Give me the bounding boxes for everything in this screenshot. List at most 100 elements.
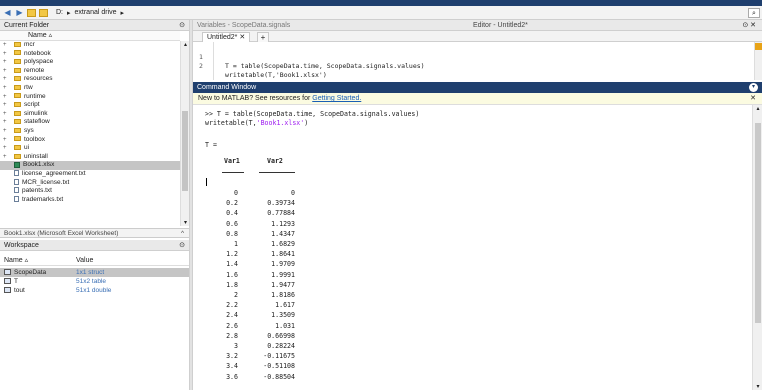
expand-icon[interactable]: + <box>3 127 7 136</box>
table-cell-var1: 1.4 <box>226 260 238 269</box>
breadcrumb-drive[interactable]: D: <box>56 9 63 16</box>
expand-icon[interactable]: + <box>3 58 7 67</box>
editor-controls-icon[interactable]: ⊙ ✕ <box>742 20 756 31</box>
file-list-item[interactable]: patents.txt <box>0 187 180 196</box>
command-line[interactable]: writetable(T,'Book1.xlsx') <box>205 119 308 127</box>
code-line[interactable]: 1 T = table(ScopeData.time, ScopeData.si… <box>193 44 425 70</box>
folder-icon <box>14 58 21 64</box>
expand-icon[interactable]: + <box>3 101 7 110</box>
code-editor[interactable]: 1 T = table(ScopeData.time, ScopeData.si… <box>193 42 762 80</box>
file-list-item[interactable]: + resources <box>0 75 180 84</box>
back-arrow-icon[interactable]: ◀ <box>3 8 12 17</box>
ws-name-column[interactable]: Name ▵ <box>4 256 28 266</box>
file-list-item[interactable]: + simulink <box>0 110 180 119</box>
file-list-item[interactable]: + rtw <box>0 84 180 93</box>
expand-icon[interactable]: + <box>3 50 7 59</box>
scroll-thumb[interactable] <box>755 123 761 323</box>
workspace-variable-row[interactable]: T 51x2 table <box>0 277 189 286</box>
workspace-variable-row[interactable]: tout 51x1 double <box>0 286 189 295</box>
result-label: T = <box>205 141 217 149</box>
expand-icon[interactable]: + <box>3 84 7 93</box>
table-cell-var1: 2 <box>234 291 238 299</box>
forward-arrow-icon[interactable]: ▶ <box>15 8 24 17</box>
close-icon[interactable]: ✕ <box>750 93 756 105</box>
browse-folder-icon[interactable] <box>39 8 48 17</box>
variable-value: 51x1 double <box>76 287 112 294</box>
file-list-item[interactable]: + sys <box>0 127 180 136</box>
expand-icon[interactable]: + <box>3 118 7 127</box>
command-window-output[interactable]: >> T = table(ScopeData.time, ScopeData.s… <box>193 105 752 390</box>
variable-name: T <box>14 278 18 285</box>
file-list-item[interactable]: + stateflow <box>0 118 180 127</box>
search-icon[interactable]: ⌕ <box>748 8 760 18</box>
file-name: Book1.xlsx <box>23 161 55 169</box>
scroll-thumb[interactable] <box>182 111 188 191</box>
folder-icon <box>14 84 21 90</box>
file-list-item[interactable]: + notebook <box>0 50 180 59</box>
breadcrumb[interactable]: D: ▸ extranal drive ▸ <box>56 9 128 17</box>
warning-marker-icon[interactable] <box>755 43 762 50</box>
table-cell-var1: 3.6 <box>226 372 238 381</box>
current-folder-header: Current Folder ⊙ <box>0 20 189 31</box>
code-text[interactable]: T = table(ScopeData.time, ScopeData.sign… <box>225 62 425 71</box>
command-line[interactable]: >> T = table(ScopeData.time, ScopeData.s… <box>205 110 419 118</box>
file-details-bar[interactable]: Book1.xlsx (Microsoft Excel Worksheet) ^ <box>0 228 189 238</box>
workspace-title: Workspace <box>4 242 39 249</box>
tab-untitled2[interactable]: Untitled2* ✕ <box>202 32 251 42</box>
file-list-item[interactable]: + remote <box>0 67 180 76</box>
up-folder-icon[interactable] <box>27 8 36 17</box>
code-line[interactable]: 2 writetable(T,'Book1.xlsx') <box>193 53 327 79</box>
workspace-variable-row[interactable]: ScopeData 1x1 struct <box>0 268 189 277</box>
expand-details-icon[interactable]: ^ <box>181 229 184 238</box>
table-cell-var1: 2.8 <box>226 331 238 340</box>
expand-icon[interactable]: + <box>3 110 7 119</box>
expand-icon[interactable]: + <box>3 153 7 162</box>
expand-icon[interactable]: + <box>3 41 7 50</box>
table-cell-var1: 0.4 <box>226 209 238 218</box>
file-name: simulink <box>24 109 48 117</box>
scroll-up-icon[interactable]: ▴ <box>753 105 762 112</box>
table-cell-var1: 2.2 <box>226 301 238 310</box>
editor-scrollbar[interactable] <box>754 42 762 80</box>
command-window-scrollbar[interactable]: ▴ ▾ <box>752 105 762 390</box>
breadcrumb-separator: ▸ <box>67 9 71 17</box>
file-list-item[interactable]: + toolbox <box>0 136 180 145</box>
close-icon[interactable]: ✕ <box>239 34 245 41</box>
table-cell-var2: 1.6829 <box>271 240 295 248</box>
ws-value-column[interactable]: Value <box>76 256 93 266</box>
file-list-item[interactable]: + script <box>0 101 180 110</box>
file-list-item[interactable]: + ui <box>0 144 180 153</box>
file-list-item[interactable]: license_agreement.txt <box>0 170 180 179</box>
panel-menu-icon[interactable]: ▾ <box>749 83 758 92</box>
text-file-icon <box>14 195 19 202</box>
name-column-header[interactable]: Name ▵ <box>0 31 180 41</box>
file-list-scrollbar[interactable]: ▴ ▾ <box>180 41 189 226</box>
variables-tab-title[interactable]: Variables - ScopeData.signals <box>197 20 290 31</box>
file-list-item[interactable]: trademarks.txt <box>0 196 180 205</box>
code-text[interactable]: writetable(T,'Book1.xlsx') <box>225 71 327 80</box>
expand-icon[interactable]: + <box>3 75 7 84</box>
getting-started-link[interactable]: Getting Started. <box>312 95 361 102</box>
variable-icon <box>4 287 11 293</box>
expand-icon[interactable]: + <box>3 93 7 102</box>
banner-text: New to MATLAB? See resources for <box>198 95 313 102</box>
expand-icon[interactable]: + <box>3 136 7 145</box>
file-list-item[interactable]: + uninstall <box>0 153 180 162</box>
code-text: ) <box>304 119 309 127</box>
expand-icon[interactable]: + <box>3 67 7 76</box>
panel-menu-icon[interactable]: ⊙ <box>179 240 185 251</box>
scroll-down-icon[interactable]: ▾ <box>753 383 762 390</box>
panel-menu-icon[interactable]: ⊙ <box>179 20 185 31</box>
new-tab-button[interactable]: + <box>257 32 269 42</box>
file-list-item[interactable]: MCR_license.txt <box>0 179 180 188</box>
table-cell-var2: 0.66998 <box>267 331 295 340</box>
table-cell-var2: 1.9477 <box>271 280 295 289</box>
breadcrumb-folder[interactable]: extranal drive <box>75 9 117 16</box>
expand-icon[interactable]: + <box>3 144 7 153</box>
file-list-item[interactable]: Book1.xlsx <box>0 161 180 170</box>
table-cell-var1: 0.6 <box>226 219 238 228</box>
file-list-item[interactable]: + polyspace <box>0 58 180 67</box>
file-list-item[interactable]: + runtime <box>0 93 180 102</box>
file-list-item[interactable]: + mcr <box>0 41 180 50</box>
variable-name: tout <box>14 287 25 294</box>
